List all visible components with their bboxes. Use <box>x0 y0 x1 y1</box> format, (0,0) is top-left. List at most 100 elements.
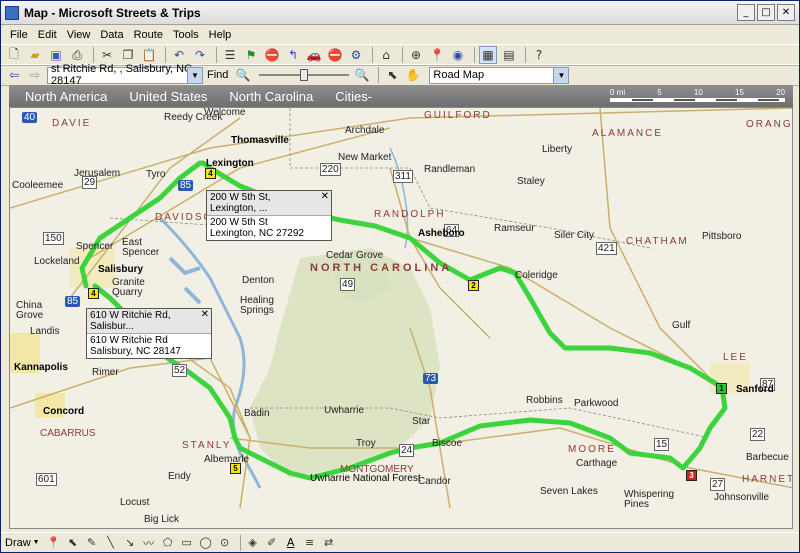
paste-icon[interactable]: 📋 <box>140 46 158 64</box>
place-label: Healing Springs <box>240 295 274 316</box>
back-arrow-icon[interactable]: ⇦ <box>5 66 23 84</box>
route-start-icon[interactable]: ⚑ <box>242 46 260 64</box>
select-pointer-icon[interactable]: ⬉ <box>383 66 401 84</box>
place-label: Gulf <box>672 320 691 331</box>
fill-color-icon[interactable]: ◈ <box>245 535 261 551</box>
line-icon[interactable]: ╲ <box>103 535 119 551</box>
redo-icon[interactable]: ↷ <box>191 46 209 64</box>
close-icon[interactable]: ✕ <box>321 191 329 202</box>
arrow-icon[interactable]: ↘ <box>122 535 138 551</box>
forward-arrow-icon[interactable]: ⇨ <box>26 66 44 84</box>
zoom-slider[interactable] <box>259 68 350 82</box>
car-icon[interactable]: 🚗 <box>305 46 323 64</box>
balloon-title: 610 W Ritchie Rd, Salisbur... <box>90 310 171 332</box>
menu-edit[interactable]: Edit <box>33 29 62 41</box>
freeform-icon[interactable]: 〰 <box>141 535 157 551</box>
shape-icon[interactable]: ⬠ <box>160 535 176 551</box>
save-icon[interactable]: ▣ <box>47 46 65 64</box>
close-button[interactable]: ✕ <box>777 4 795 21</box>
gps-icon[interactable]: ⊕ <box>407 46 425 64</box>
city-label: Sanford <box>736 384 774 395</box>
overview-map-icon[interactable]: ▤ <box>500 46 518 64</box>
place-label: Uwharrie <box>324 405 365 416</box>
draw-menu[interactable]: Draw <box>5 537 31 549</box>
find-button[interactable]: Find <box>207 69 228 81</box>
place-label: Whispering Pines <box>624 489 675 510</box>
city-label: Concord <box>43 406 85 417</box>
print-icon[interactable]: ⎙ <box>68 46 86 64</box>
pushpin-icon[interactable]: 📍 <box>428 46 446 64</box>
zoom-in-icon[interactable]: 🔍 <box>353 66 371 84</box>
balloon-line: Lexington, NC 27292 <box>210 228 304 239</box>
oval-icon[interactable]: ◯ <box>198 535 214 551</box>
new-icon[interactable]: 🗋 <box>5 46 23 64</box>
highway-shield: 311 <box>393 170 413 183</box>
crumb-cities[interactable]: Cities- <box>335 89 372 104</box>
menu-help[interactable]: Help <box>204 29 237 41</box>
place-label: Johnsonville <box>714 492 770 503</box>
chevron-down-icon[interactable]: ▼ <box>33 539 40 546</box>
map-style-combo[interactable]: Road Map ▼ <box>429 66 570 84</box>
rectangle-icon[interactable]: ▭ <box>179 535 195 551</box>
menu-view[interactable]: View <box>62 29 96 41</box>
undo-icon[interactable]: ↶ <box>170 46 188 64</box>
highway-shield: 40 <box>22 112 38 123</box>
menu-data[interactable]: Data <box>95 29 128 41</box>
route-stop-marker[interactable]: 3 <box>686 470 697 481</box>
map-canvas[interactable]: 40 85 85 52 150 29 64 220 311 49 73 421 … <box>9 107 793 529</box>
help-icon[interactable]: ? <box>530 46 548 64</box>
lodging-icon[interactable]: ⌂ <box>377 46 395 64</box>
route-options-icon[interactable]: ⚙ <box>347 46 365 64</box>
font-color-icon[interactable]: A <box>283 535 299 551</box>
route-stop-marker[interactable]: 2 <box>468 280 479 291</box>
address-combo[interactable]: st Ritchie Rd, , Salisbury, NC 28147 ▼ <box>47 63 203 87</box>
menu-file[interactable]: File <box>5 29 33 41</box>
menu-route[interactable]: Route <box>129 29 168 41</box>
county-label: MOORE <box>568 444 616 455</box>
city-label: Albemarle <box>204 454 250 465</box>
county-label: HARNETT <box>742 474 792 485</box>
zoom-slider-thumb[interactable] <box>300 69 309 81</box>
zoom-out-icon[interactable]: 🔍 <box>234 66 252 84</box>
chevron-down-icon[interactable]: ▼ <box>553 67 569 83</box>
route-stop-marker[interactable]: 1 <box>716 383 727 394</box>
close-icon[interactable]: ✕ <box>201 309 209 320</box>
crumb-united-states[interactable]: United States <box>129 89 207 104</box>
cut-icon[interactable]: ✂ <box>98 46 116 64</box>
directions-icon[interactable]: ☰ <box>221 46 239 64</box>
highway-shield: 220 <box>320 163 341 176</box>
globe-icon[interactable]: ◉ <box>449 46 467 64</box>
place-label: New Market <box>338 152 392 163</box>
route-stop-marker[interactable]: 4 <box>88 288 99 299</box>
copy-icon[interactable]: ❐ <box>119 46 137 64</box>
pan-hand-icon[interactable]: ✋ <box>404 66 422 84</box>
arrow-style-icon[interactable]: ⇄ <box>321 535 337 551</box>
crumb-north-carolina[interactable]: North Carolina <box>229 89 313 104</box>
pushpin-icon[interactable]: 📍 <box>46 535 62 551</box>
route-back-icon[interactable]: ↰ <box>284 46 302 64</box>
address-balloon[interactable]: 610 W Ritchie Rd, Salisbur... ✕ 610 W Rit… <box>86 308 212 359</box>
county-label: ALAMANCE <box>592 128 664 139</box>
address-balloon[interactable]: 200 W 5th St, Lexington, ... ✕ 200 W 5th … <box>206 190 332 241</box>
maximize-button[interactable]: □ <box>757 4 775 21</box>
open-icon[interactable]: ▰ <box>26 46 44 64</box>
menu-tools[interactable]: Tools <box>168 29 204 41</box>
highlighter-icon[interactable]: ✎ <box>84 535 100 551</box>
route-end-icon[interactable]: ⛔ <box>263 46 281 64</box>
scale-tick: 10 <box>693 88 703 97</box>
route-stop-marker[interactable]: 5 <box>230 463 241 474</box>
crumb-north-america[interactable]: North America <box>25 89 107 104</box>
scale-tick: 0 mi <box>610 88 626 97</box>
minimize-button[interactable]: _ <box>737 4 755 21</box>
chevron-down-icon[interactable]: ▼ <box>187 67 202 83</box>
line-color-icon[interactable]: ✐ <box>264 535 280 551</box>
balloon-title: 200 W 5th St, Lexington, ... <box>210 192 271 214</box>
city-label: Asheboro <box>418 228 465 239</box>
pointer-icon[interactable]: ⬉ <box>65 535 81 551</box>
map-view-icon[interactable]: ▦ <box>479 46 497 64</box>
stop-icon[interactable]: ⛔ <box>326 46 344 64</box>
radius-icon[interactable]: ⊙ <box>217 535 233 551</box>
balloon-line: Salisbury, NC 28147 <box>90 346 181 357</box>
line-style-icon[interactable]: ≡ <box>302 535 318 551</box>
route-stop-marker[interactable]: 4 <box>205 168 216 179</box>
